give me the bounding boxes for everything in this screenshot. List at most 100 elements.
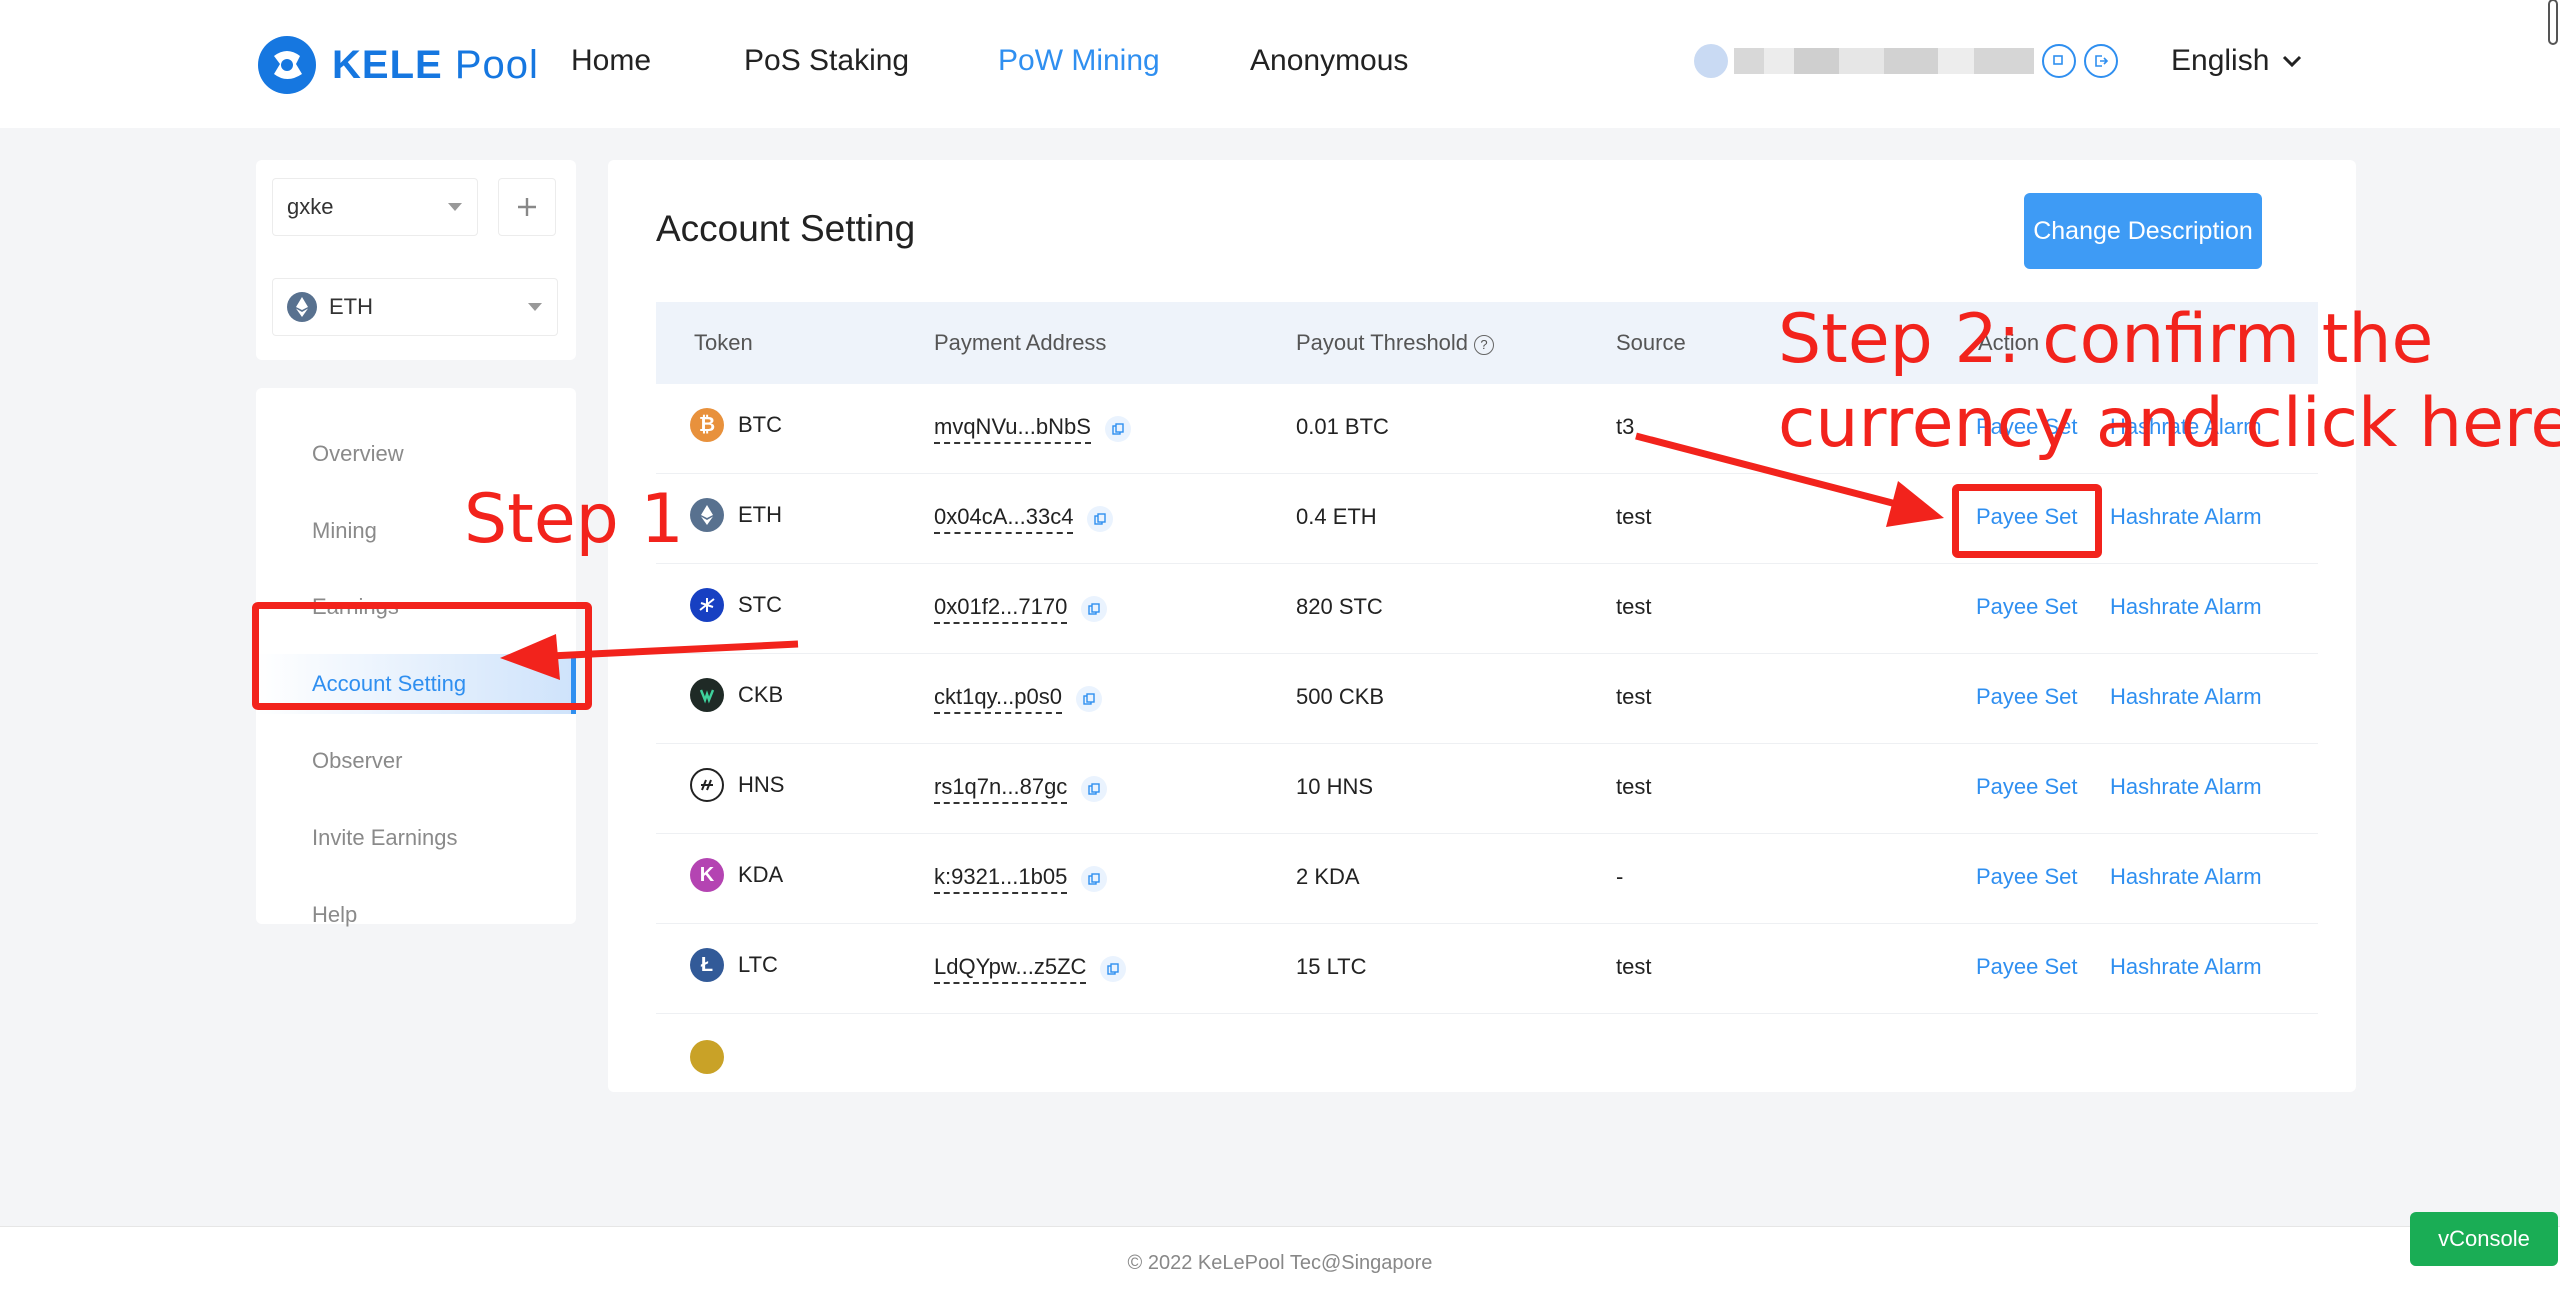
payee-set-link[interactable]: Payee Set bbox=[1976, 594, 2078, 620]
hashrate-alarm-link[interactable]: Hashrate Alarm bbox=[2110, 864, 2262, 890]
table-row: K KDA k:9321...1b05 2 KDA - Payee Set Ha… bbox=[656, 834, 2318, 924]
table-row: Ł LTC LdQYpw...z5ZC 15 LTC test Payee Se… bbox=[656, 924, 2318, 1014]
nav-pos-staking[interactable]: PoS Staking bbox=[744, 44, 909, 78]
copy-icon[interactable] bbox=[1104, 416, 1131, 442]
payee-set-link[interactable]: Payee Set bbox=[1976, 954, 2078, 980]
kda-icon: K bbox=[690, 858, 724, 892]
address-cell: rs1q7n...87gc bbox=[934, 774, 1108, 804]
payment-address[interactable]: mvqNVu...bNbS bbox=[934, 414, 1091, 444]
help-icon[interactable]: ? bbox=[1474, 335, 1495, 355]
eth-icon bbox=[287, 292, 317, 322]
sidebar-item-observer[interactable]: Observer bbox=[256, 731, 576, 791]
copy-icon[interactable] bbox=[1081, 776, 1108, 802]
user-info[interactable] bbox=[1694, 44, 2118, 78]
table-row-clipped bbox=[656, 1014, 2318, 1092]
payee-set-link[interactable]: Payee Set bbox=[1976, 774, 2078, 800]
annotation-step1: Step 1 bbox=[464, 480, 684, 559]
coin-select[interactable]: ETH bbox=[272, 278, 558, 336]
brand-name: KELE Pool bbox=[332, 42, 539, 87]
copy-icon[interactable] bbox=[2042, 44, 2076, 78]
token-cell: HNS bbox=[690, 768, 784, 802]
source-cell: test bbox=[1616, 504, 1652, 529]
copy-icon[interactable] bbox=[1081, 866, 1108, 892]
caret-down-icon bbox=[448, 203, 462, 211]
sidebar-item-invite-earnings[interactable]: Invite Earnings bbox=[256, 808, 576, 868]
token-cell bbox=[690, 1040, 738, 1074]
highlight-box-payee-set bbox=[1952, 484, 2102, 558]
table-row: HNS rs1q7n...87gc 10 HNS test Payee Set … bbox=[656, 744, 2318, 834]
address-cell: mvqNVu...bNbS bbox=[934, 414, 1131, 444]
source-cell: test bbox=[1616, 684, 1652, 709]
threshold-cell: 0.4 ETH bbox=[1296, 504, 1377, 529]
account-select[interactable]: gxke bbox=[272, 178, 478, 236]
payment-address[interactable]: ckt1qy...p0s0 bbox=[934, 684, 1062, 714]
hashrate-alarm-link[interactable]: Hashrate Alarm bbox=[2110, 774, 2262, 800]
source-cell: test bbox=[1616, 774, 1652, 799]
payee-set-link[interactable]: Payee Set bbox=[1976, 684, 2078, 710]
ltc-icon: Ł bbox=[690, 948, 724, 982]
source-cell: t3 bbox=[1616, 414, 1635, 439]
coin-select-value: ETH bbox=[329, 294, 373, 319]
nav-home[interactable]: Home bbox=[571, 44, 651, 78]
address-cell: k:9321...1b05 bbox=[934, 864, 1108, 894]
vconsole-button[interactable]: vConsole bbox=[2410, 1212, 2558, 1266]
col-payment-address: Payment Address bbox=[934, 330, 1107, 355]
kelepool-logo[interactable]: KELE Pool bbox=[256, 34, 539, 96]
annotation-step2-line1: Step 2: confirm the bbox=[1778, 300, 2434, 379]
btc-icon: ₿ bbox=[690, 408, 724, 442]
copy-icon[interactable] bbox=[1076, 686, 1102, 712]
table-row: STC 0x01f2...7170 820 STC test Payee Set… bbox=[656, 564, 2318, 654]
copy-icon[interactable] bbox=[1100, 956, 1127, 982]
threshold-cell: 10 HNS bbox=[1296, 774, 1374, 799]
token-cell: CKB bbox=[690, 678, 783, 712]
user-address-redacted bbox=[1734, 48, 2034, 74]
payee-set-link[interactable]: Payee Set bbox=[1976, 864, 2078, 890]
change-description-button[interactable]: Change Description bbox=[2024, 193, 2262, 269]
payment-address[interactable]: LdQYpw...z5ZC bbox=[934, 954, 1087, 984]
sidebar-item-help[interactable]: Help bbox=[256, 885, 576, 945]
scrollbar-thumb[interactable] bbox=[2546, 0, 2560, 46]
source-cell: test bbox=[1616, 594, 1652, 619]
threshold-cell: 0.01 BTC bbox=[1296, 414, 1389, 439]
hns-icon bbox=[690, 768, 724, 802]
payment-address[interactable]: 0x01f2...7170 bbox=[934, 594, 1068, 624]
hashrate-alarm-link[interactable]: Hashrate Alarm bbox=[2110, 594, 2262, 620]
footer: © 2022 KeLePool Tec@Singapore bbox=[0, 1226, 2560, 1299]
top-header: KELE Pool Home PoS Staking PoW Mining An… bbox=[0, 0, 2560, 128]
account-selector-card: gxke ETH bbox=[256, 160, 576, 360]
hashrate-alarm-link[interactable]: Hashrate Alarm bbox=[2110, 684, 2262, 710]
threshold-cell: 820 STC bbox=[1296, 594, 1383, 619]
copy-icon[interactable] bbox=[1087, 506, 1114, 532]
copy-icon[interactable] bbox=[1081, 596, 1108, 622]
kelepool-logo-icon bbox=[258, 36, 316, 94]
token-cell: STC bbox=[690, 588, 782, 622]
threshold-cell: 2 KDA bbox=[1296, 864, 1360, 889]
table-row: CKB ckt1qy...p0s0 500 CKB test Payee Set… bbox=[656, 654, 2318, 744]
logout-icon[interactable] bbox=[2084, 44, 2118, 78]
col-token: Token bbox=[694, 330, 753, 355]
nav-anonymous[interactable]: Anonymous bbox=[1250, 44, 1408, 78]
address-cell: 0x01f2...7170 bbox=[934, 594, 1108, 624]
plus-icon bbox=[518, 198, 536, 216]
annotation-step2-line2: currency and click here bbox=[1778, 384, 2560, 463]
sidebar-item-overview[interactable]: Overview bbox=[256, 424, 576, 484]
chevron-down-icon bbox=[2283, 55, 2302, 68]
col-payout-threshold: Payout Threshold? bbox=[1296, 330, 1495, 356]
add-account-button[interactable] bbox=[498, 178, 556, 236]
address-cell: 0x04cA...33c4 bbox=[934, 504, 1114, 534]
source-cell: test bbox=[1616, 954, 1652, 979]
payment-address[interactable]: rs1q7n...87gc bbox=[934, 774, 1068, 804]
payment-address[interactable]: 0x04cA...33c4 bbox=[934, 504, 1074, 534]
payment-address[interactable]: k:9321...1b05 bbox=[934, 864, 1068, 894]
highlight-box-account-setting bbox=[252, 602, 592, 710]
hashrate-alarm-link[interactable]: Hashrate Alarm bbox=[2110, 504, 2262, 530]
annotation-step2: Step 2: confirm the currency and click h… bbox=[1778, 298, 2560, 466]
address-cell: ckt1qy...p0s0 bbox=[934, 684, 1102, 714]
stc-icon bbox=[690, 588, 724, 622]
ckb-icon bbox=[690, 678, 724, 712]
nav-pow-mining[interactable]: PoW Mining bbox=[998, 44, 1160, 78]
hashrate-alarm-link[interactable]: Hashrate Alarm bbox=[2110, 954, 2262, 980]
account-select-value: gxke bbox=[287, 194, 334, 219]
language-selector[interactable]: English bbox=[2171, 44, 2303, 78]
coin-icon bbox=[690, 1040, 724, 1074]
